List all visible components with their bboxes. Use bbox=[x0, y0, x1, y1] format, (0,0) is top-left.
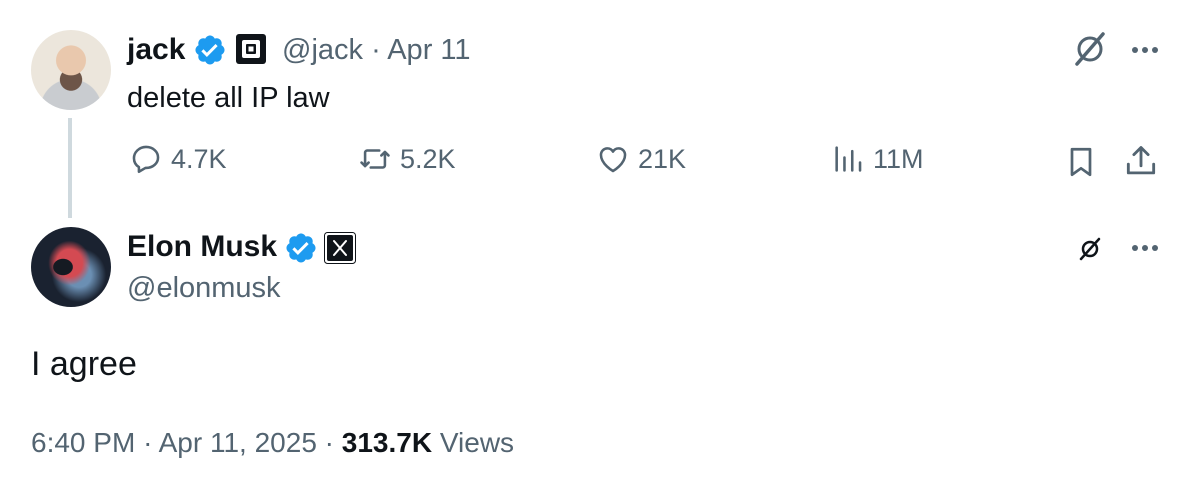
share-icon[interactable] bbox=[1122, 142, 1160, 180]
like-count: 21K bbox=[638, 143, 687, 174]
separator: · bbox=[324, 427, 334, 458]
post-date[interactable]: Apr 11 bbox=[387, 34, 470, 66]
views-count: 11M bbox=[873, 143, 924, 174]
retweet-icon bbox=[360, 149, 390, 169]
reply-button[interactable]: 4.7K bbox=[129, 142, 227, 176]
post-time[interactable]: 6:40 PM bbox=[31, 427, 135, 458]
separator: · bbox=[371, 34, 381, 66]
like-icon bbox=[599, 147, 627, 173]
reply-count: 4.7K bbox=[171, 143, 227, 174]
author-name[interactable]: Elon Musk bbox=[127, 228, 277, 266]
x-logo-icon bbox=[324, 232, 356, 264]
repost-button[interactable]: 5.2K bbox=[358, 142, 456, 176]
avatar[interactable] bbox=[31, 30, 111, 110]
handle[interactable]: @elonmusk bbox=[127, 270, 281, 306]
bookmark-icon[interactable] bbox=[1063, 144, 1099, 180]
thread-connector bbox=[68, 118, 72, 218]
views-count: 313.7K bbox=[341, 427, 433, 458]
handle[interactable]: @jack bbox=[282, 34, 363, 66]
grok-icon[interactable] bbox=[1076, 235, 1104, 263]
more-icon[interactable] bbox=[1125, 228, 1165, 268]
tweet-text: delete all IP law bbox=[127, 82, 330, 114]
handle-and-date[interactable]: @jack · Apr 11 bbox=[282, 32, 471, 68]
like-button[interactable]: 21K bbox=[596, 142, 686, 176]
avatar[interactable] bbox=[31, 227, 111, 307]
author-name[interactable]: jack bbox=[127, 32, 185, 68]
views-label: Views bbox=[439, 427, 515, 458]
post-date[interactable]: Apr 11, 2025 bbox=[159, 427, 317, 458]
grok-icon[interactable] bbox=[1070, 28, 1110, 70]
square-logo-icon bbox=[236, 34, 266, 64]
views-button[interactable]: 11M bbox=[831, 142, 924, 176]
repost-count: 5.2K bbox=[400, 143, 456, 174]
tweet-text: I agree bbox=[31, 345, 137, 383]
post-metadata: 6:40 PM · Apr 11, 2025 · 313.7K Views bbox=[31, 425, 514, 461]
more-icon[interactable] bbox=[1125, 30, 1165, 70]
verified-icon bbox=[286, 233, 316, 263]
reply-icon bbox=[132, 145, 160, 174]
verified-icon bbox=[195, 35, 225, 65]
views-icon bbox=[835, 146, 862, 172]
separator: · bbox=[143, 427, 153, 458]
